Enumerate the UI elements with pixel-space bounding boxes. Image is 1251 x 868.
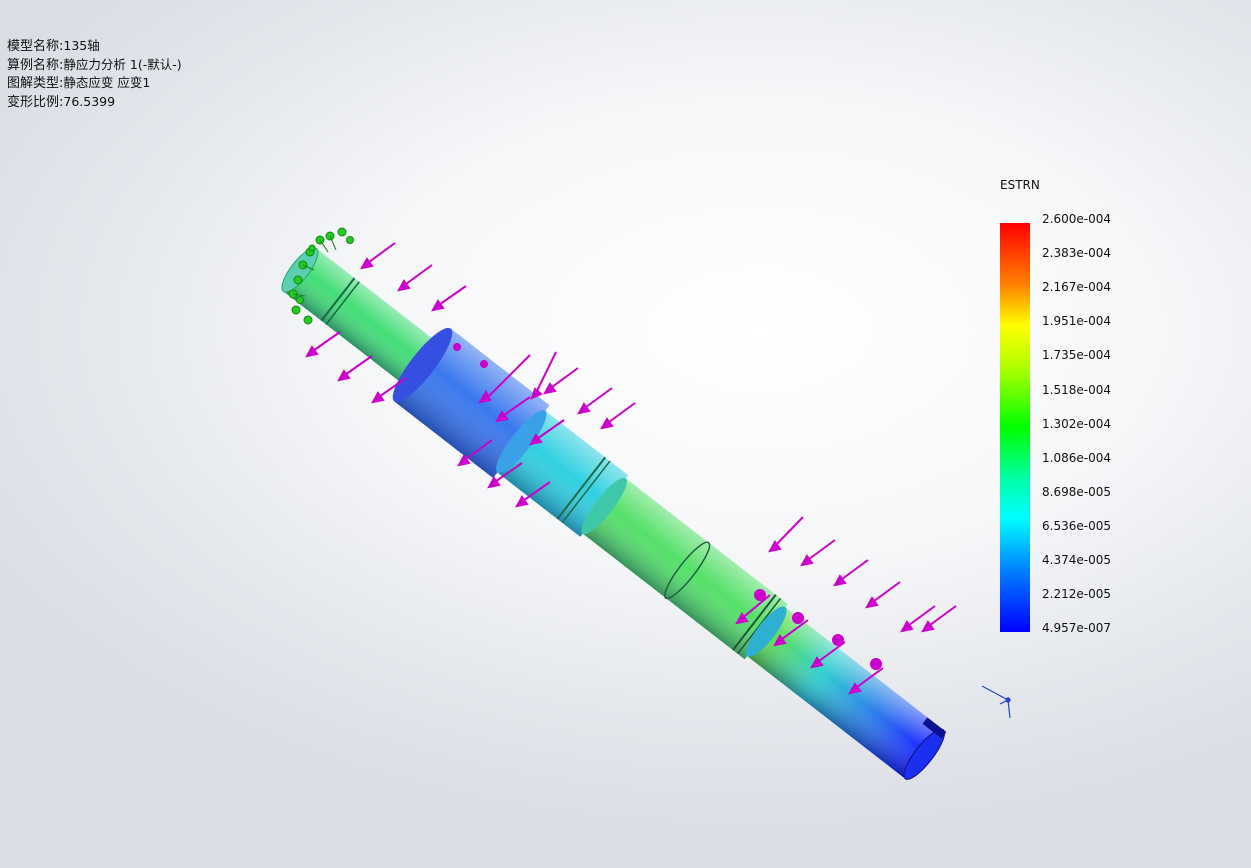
load-arrow — [431, 285, 467, 312]
legend-tick-label: 2.600e-004 — [1042, 212, 1111, 226]
legend-tick-label: 2.383e-004 — [1042, 246, 1111, 261]
load-arrow — [360, 242, 396, 270]
legend-tick-label: 1.518e-004 — [1042, 382, 1111, 397]
legend-tick-label: 4.374e-005 — [1042, 553, 1111, 567]
load-arrows — [305, 242, 957, 695]
load-arrow — [833, 559, 869, 587]
legend-colorbar[interactable] — [1000, 223, 1030, 632]
deformation-scale-line: 变形比例:76.5399 — [7, 93, 182, 112]
load-arrow — [305, 331, 341, 358]
deformation-scale-value: 76.5399 — [63, 93, 116, 109]
load-arrow — [600, 402, 636, 430]
triad-icon[interactable] — [981, 685, 1011, 719]
load-arrow — [800, 539, 836, 567]
study-name-label: 算例名称: — [7, 57, 64, 73]
plot-type-line: 图解类型:静态应变 应变1 — [7, 74, 182, 93]
study-name-value: 静应力分析 1(-默认-) — [63, 56, 182, 72]
legend-tick-label: 1.302e-004 — [1042, 416, 1111, 431]
plot-type-label: 图解类型: — [7, 76, 64, 91]
load-arrow — [397, 264, 433, 292]
legend-tick-label: 1.951e-004 — [1042, 314, 1111, 329]
load-arrow — [337, 355, 373, 382]
shaft-model[interactable] — [265, 228, 960, 796]
load-arrow — [577, 387, 613, 415]
load-arrow — [768, 516, 804, 553]
plot-type-value: 静态应变 应变1 — [63, 75, 151, 90]
legend-tick-label: 1.735e-004 — [1042, 348, 1111, 363]
legend-title: ESTRN — [1000, 178, 1040, 192]
load-arrow — [865, 581, 901, 609]
legend-tick-label: 2.167e-004 — [1042, 280, 1111, 295]
legend-tick-label: 1.086e-004 — [1042, 450, 1111, 465]
study-name-line: 算例名称:静应力分析 1(-默认-) — [7, 56, 182, 75]
model-info-panel: 模型名称:135轴 算例名称:静应力分析 1(-默认-) 图解类型:静态应变 应… — [7, 37, 182, 111]
legend-tick-label: 2.212e-005 — [1042, 587, 1111, 602]
analysis-viewport[interactable] — [0, 0, 1251, 868]
model-name-label: 模型名称: — [7, 39, 64, 54]
load-arrow — [921, 605, 957, 633]
model-name-line: 模型名称:135轴 — [7, 37, 182, 56]
legend-tick-label: 6.536e-005 — [1042, 518, 1111, 533]
deformation-scale-label: 变形比例: — [7, 94, 64, 110]
model-name-value: 135轴 — [63, 38, 100, 53]
legend-tick-label: 8.698e-005 — [1042, 484, 1111, 499]
load-arrow — [543, 367, 579, 395]
legend-tick-label: 4.957e-007 — [1042, 621, 1111, 636]
